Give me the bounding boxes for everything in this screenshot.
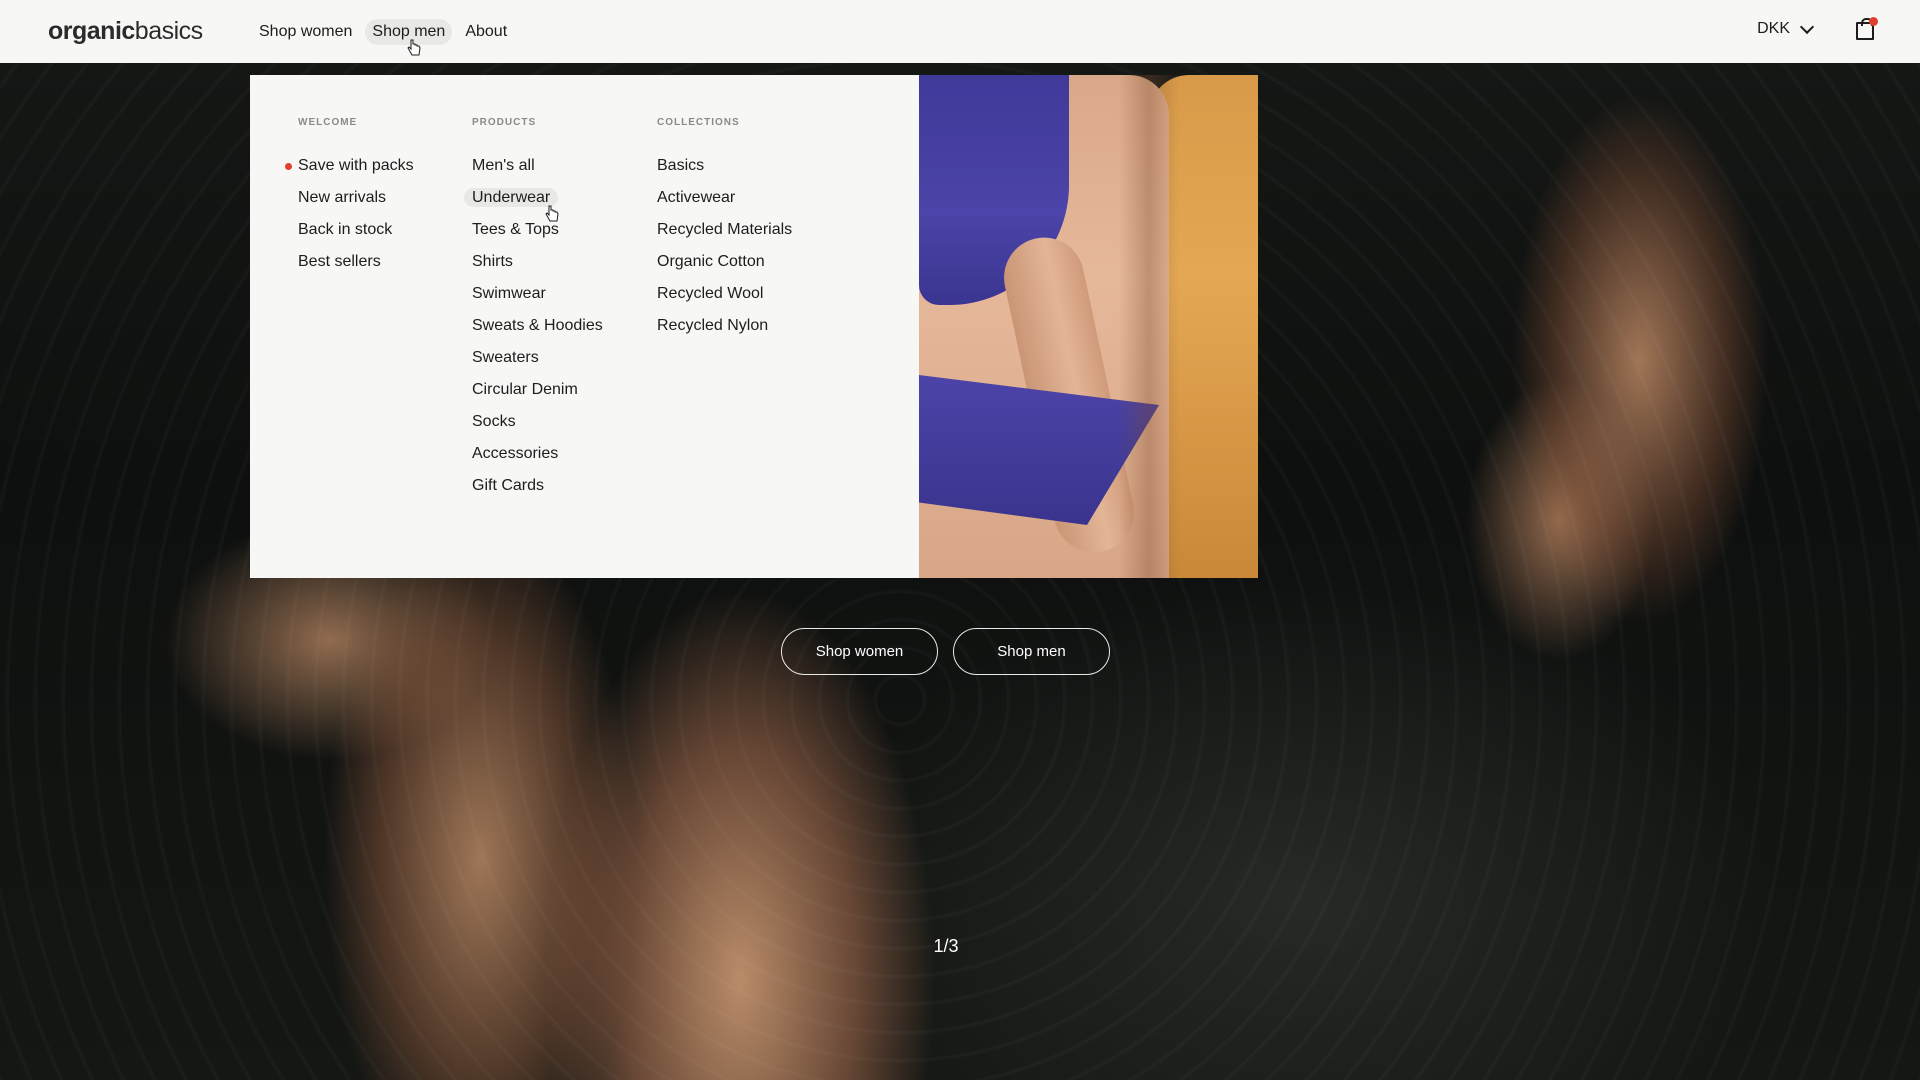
menu-item-label: Recycled Materials	[657, 221, 793, 238]
menu-item-label: Recycled Nylon	[657, 317, 769, 334]
menu-item-circular-denim[interactable]: Circular Denim	[472, 379, 603, 411]
hero-shop-men-button[interactable]: Shop men	[953, 628, 1110, 675]
menu-item-label: Best sellers	[298, 253, 381, 270]
menu-item-label: Activewear	[657, 189, 736, 206]
menu-item-label: Socks	[472, 413, 516, 430]
promo-image-shadow	[1119, 75, 1179, 578]
logo-part-light: basics	[134, 17, 203, 45]
menu-item-best-sellers[interactable]: Best sellers	[298, 251, 414, 283]
shopping-bag-icon[interactable]	[1856, 17, 1878, 40]
menu-item-recycled-nylon[interactable]: Recycled Nylon	[657, 315, 792, 347]
menu-item-recycled-materials[interactable]: Recycled Materials	[657, 219, 792, 251]
menu-item-label: Tees & Tops	[472, 221, 559, 238]
menu-item-swimwear[interactable]: Swimwear	[472, 283, 603, 315]
site-logo[interactable]: organicbasics	[48, 14, 203, 48]
menu-item-gift-cards[interactable]: Gift Cards	[472, 475, 603, 507]
mega-menu-panel: WELCOME Save with packs New arrivals Bac…	[250, 75, 919, 578]
menu-item-label: Circular Denim	[472, 381, 578, 398]
menu-item-save-with-packs[interactable]: Save with packs	[285, 155, 414, 187]
column-heading: WELCOME	[298, 117, 358, 128]
menu-item-label: Sweats & Hoodies	[472, 317, 603, 334]
slide-counter: 1/3	[933, 936, 959, 956]
nav-shop-men[interactable]: Shop men	[365, 19, 453, 45]
logo-part-bold: organic	[48, 17, 135, 45]
menu-item-recycled-wool[interactable]: Recycled Wool	[657, 283, 792, 315]
menu-item-label: Organic Cotton	[657, 253, 765, 270]
menu-item-back-in-stock[interactable]: Back in stock	[298, 219, 414, 251]
menu-list: Basics Activewear Recycled Materials Org…	[657, 155, 792, 347]
currency-selector[interactable]: DKK	[1757, 19, 1815, 38]
menu-item-label: New arrivals	[298, 189, 387, 206]
currency-label: DKK	[1757, 20, 1790, 37]
nav-about[interactable]: About	[458, 19, 514, 45]
menu-item-label: Back in stock	[298, 221, 393, 238]
menu-item-label: Accessories	[472, 445, 559, 462]
menu-item-label: Save with packs	[298, 157, 414, 174]
menu-item-label: Recycled Wool	[657, 285, 764, 302]
mega-menu: WELCOME Save with packs New arrivals Bac…	[250, 75, 1258, 578]
menu-item-label: Basics	[657, 157, 705, 174]
menu-item-tees-tops[interactable]: Tees & Tops	[472, 219, 603, 251]
nav-shop-women[interactable]: Shop women	[252, 19, 359, 45]
column-heading: PRODUCTS	[472, 117, 537, 128]
menu-list: Men's all Underwear Tees & Tops Shirts S…	[464, 155, 603, 507]
menu-item-underwear[interactable]: Underwear	[464, 187, 603, 219]
column-heading: COLLECTIONS	[657, 117, 740, 128]
menu-item-label: Men's all	[472, 157, 535, 174]
menu-item-label: Gift Cards	[472, 477, 545, 494]
menu-item-socks[interactable]: Socks	[472, 411, 603, 443]
menu-item-label: Shirts	[472, 253, 513, 270]
menu-item-sweaters[interactable]: Sweaters	[472, 347, 603, 379]
menu-list: Save with packs New arrivals Back in sto…	[285, 155, 414, 283]
menu-item-label: Swimwear	[472, 285, 546, 302]
menu-item-label: Underwear	[464, 188, 559, 207]
menu-item-new-arrivals[interactable]: New arrivals	[298, 187, 414, 219]
main-nav: Shop women Shop men About	[252, 19, 514, 45]
menu-item-mens-all[interactable]: Men's all	[472, 155, 603, 187]
site-header: organicbasics Shop women Shop men About …	[0, 0, 1920, 63]
menu-item-shirts[interactable]: Shirts	[472, 251, 603, 283]
menu-item-basics[interactable]: Basics	[657, 155, 792, 187]
menu-item-accessories[interactable]: Accessories	[472, 443, 603, 475]
chevron-down-icon	[1799, 19, 1815, 34]
mega-menu-promo-image[interactable]	[919, 75, 1258, 578]
menu-item-label: Sweaters	[472, 349, 539, 366]
menu-item-activewear[interactable]: Activewear	[657, 187, 792, 219]
menu-item-organic-cotton[interactable]: Organic Cotton	[657, 251, 792, 283]
hero-shop-women-button[interactable]: Shop women	[781, 628, 938, 675]
cart-badge	[1869, 17, 1878, 26]
menu-item-sweats-hoodies[interactable]: Sweats & Hoodies	[472, 315, 603, 347]
highlight-dot-icon	[285, 163, 292, 170]
